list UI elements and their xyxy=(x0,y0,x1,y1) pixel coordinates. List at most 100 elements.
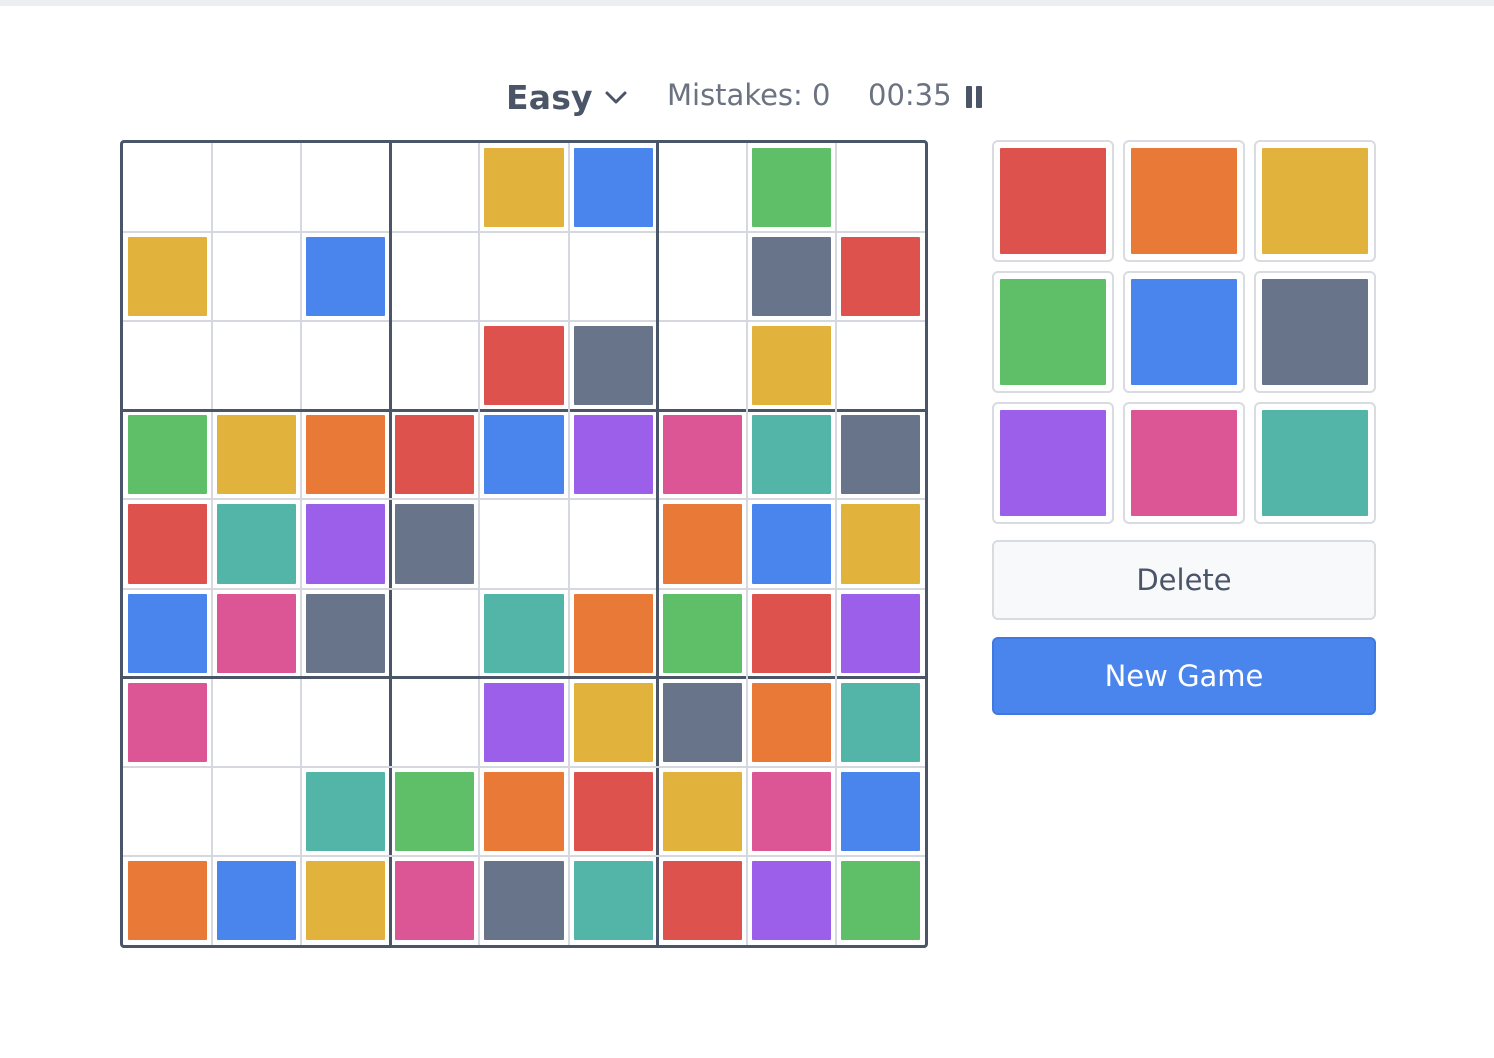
board-cell-r2c1[interactable] xyxy=(123,232,212,321)
board-cell-r6c6[interactable] xyxy=(569,589,658,678)
board-cell-r1c3[interactable] xyxy=(301,143,390,232)
palette-swatch-pink[interactable] xyxy=(1123,402,1245,524)
board-cell-r9c4[interactable] xyxy=(390,856,479,945)
board-cell-r1c9[interactable] xyxy=(836,143,925,232)
board-cell-r2c2[interactable] xyxy=(212,232,301,321)
palette-swatch-blue[interactable] xyxy=(1123,271,1245,393)
cell-color-slate xyxy=(395,504,475,584)
board-cell-r7c5[interactable] xyxy=(479,678,568,767)
board-cell-r3c9[interactable] xyxy=(836,321,925,410)
swatch-color-green xyxy=(1000,279,1106,385)
board-cell-r6c4[interactable] xyxy=(390,589,479,678)
board-cell-r8c8[interactable] xyxy=(747,767,836,856)
board-cell-r4c8[interactable] xyxy=(747,410,836,499)
board-cell-r2c8[interactable] xyxy=(747,232,836,321)
board-cell-r2c5[interactable] xyxy=(479,232,568,321)
board-cell-r9c2[interactable] xyxy=(212,856,301,945)
board-cell-r9c7[interactable] xyxy=(658,856,747,945)
palette-swatch-red[interactable] xyxy=(992,140,1114,262)
board-cell-r6c2[interactable] xyxy=(212,589,301,678)
board-cell-r8c4[interactable] xyxy=(390,767,479,856)
board-cell-r1c2[interactable] xyxy=(212,143,301,232)
pause-icon[interactable] xyxy=(962,84,986,112)
board-cell-r4c9[interactable] xyxy=(836,410,925,499)
board-cell-r9c6[interactable] xyxy=(569,856,658,945)
board-cell-r1c7[interactable] xyxy=(658,143,747,232)
board-cell-r8c7[interactable] xyxy=(658,767,747,856)
board-cell-r6c7[interactable] xyxy=(658,589,747,678)
board-cell-r4c7[interactable] xyxy=(658,410,747,499)
board-cell-r4c1[interactable] xyxy=(123,410,212,499)
board-cell-r5c2[interactable] xyxy=(212,499,301,588)
board-cell-r7c8[interactable] xyxy=(747,678,836,767)
game-board xyxy=(120,140,928,948)
mistakes-counter: Mistakes: 0 xyxy=(667,78,831,112)
board-cell-r3c6[interactable] xyxy=(569,321,658,410)
cell-color-yellow xyxy=(840,504,920,584)
board-cell-r4c3[interactable] xyxy=(301,410,390,499)
board-cell-r8c1[interactable] xyxy=(123,767,212,856)
board-cell-r5c4[interactable] xyxy=(390,499,479,588)
palette-swatch-purple[interactable] xyxy=(992,402,1114,524)
board-cell-r5c6[interactable] xyxy=(569,499,658,588)
board-cell-r2c9[interactable] xyxy=(836,232,925,321)
board-cell-r3c5[interactable] xyxy=(479,321,568,410)
board-cell-r3c3[interactable] xyxy=(301,321,390,410)
board-cell-r8c6[interactable] xyxy=(569,767,658,856)
board-cell-r8c9[interactable] xyxy=(836,767,925,856)
delete-button[interactable]: Delete xyxy=(992,540,1376,620)
board-cell-r9c8[interactable] xyxy=(747,856,836,945)
board-cell-r2c4[interactable] xyxy=(390,232,479,321)
board-cell-r2c6[interactable] xyxy=(569,232,658,321)
board-cell-r4c5[interactable] xyxy=(479,410,568,499)
board-cell-r6c1[interactable] xyxy=(123,589,212,678)
palette-swatch-teal[interactable] xyxy=(1254,402,1376,524)
board-cell-r6c9[interactable] xyxy=(836,589,925,678)
palette-swatch-slate[interactable] xyxy=(1254,271,1376,393)
board-cell-r5c5[interactable] xyxy=(479,499,568,588)
board-cell-r2c7[interactable] xyxy=(658,232,747,321)
board-cell-r8c3[interactable] xyxy=(301,767,390,856)
board-cell-r9c3[interactable] xyxy=(301,856,390,945)
cell-color-green xyxy=(840,860,920,940)
board-cell-r1c1[interactable] xyxy=(123,143,212,232)
palette-swatch-green[interactable] xyxy=(992,271,1114,393)
board-cell-r7c6[interactable] xyxy=(569,678,658,767)
board-cell-r3c4[interactable] xyxy=(390,321,479,410)
board-cell-r7c3[interactable] xyxy=(301,678,390,767)
board-cell-r7c4[interactable] xyxy=(390,678,479,767)
board-cell-r5c1[interactable] xyxy=(123,499,212,588)
board-cell-r6c8[interactable] xyxy=(747,589,836,678)
board-cell-r8c5[interactable] xyxy=(479,767,568,856)
board-cell-r5c9[interactable] xyxy=(836,499,925,588)
board-cell-r1c5[interactable] xyxy=(479,143,568,232)
board-cell-r5c3[interactable] xyxy=(301,499,390,588)
board-cell-r8c2[interactable] xyxy=(212,767,301,856)
board-cell-r7c9[interactable] xyxy=(836,678,925,767)
board-cell-r1c8[interactable] xyxy=(747,143,836,232)
board-cell-r4c4[interactable] xyxy=(390,410,479,499)
difficulty-select[interactable]: Easy xyxy=(506,74,629,120)
board-cell-r6c5[interactable] xyxy=(479,589,568,678)
board-cell-r2c3[interactable] xyxy=(301,232,390,321)
palette-swatch-yellow[interactable] xyxy=(1254,140,1376,262)
board-cell-r9c5[interactable] xyxy=(479,856,568,945)
board-cell-r3c8[interactable] xyxy=(747,321,836,410)
board-cell-r7c2[interactable] xyxy=(212,678,301,767)
board-cell-r4c6[interactable] xyxy=(569,410,658,499)
board-cell-r3c2[interactable] xyxy=(212,321,301,410)
board-cell-r9c9[interactable] xyxy=(836,856,925,945)
new-game-button[interactable]: New Game xyxy=(992,637,1376,715)
board-cell-r6c3[interactable] xyxy=(301,589,390,678)
palette-swatch-orange[interactable] xyxy=(1123,140,1245,262)
board-cell-r3c7[interactable] xyxy=(658,321,747,410)
board-cell-r4c2[interactable] xyxy=(212,410,301,499)
board-cell-r5c8[interactable] xyxy=(747,499,836,588)
board-cell-r5c7[interactable] xyxy=(658,499,747,588)
board-cell-r7c7[interactable] xyxy=(658,678,747,767)
board-cell-r9c1[interactable] xyxy=(123,856,212,945)
board-cell-r7c1[interactable] xyxy=(123,678,212,767)
board-cell-r3c1[interactable] xyxy=(123,321,212,410)
board-cell-r1c4[interactable] xyxy=(390,143,479,232)
board-cell-r1c6[interactable] xyxy=(569,143,658,232)
